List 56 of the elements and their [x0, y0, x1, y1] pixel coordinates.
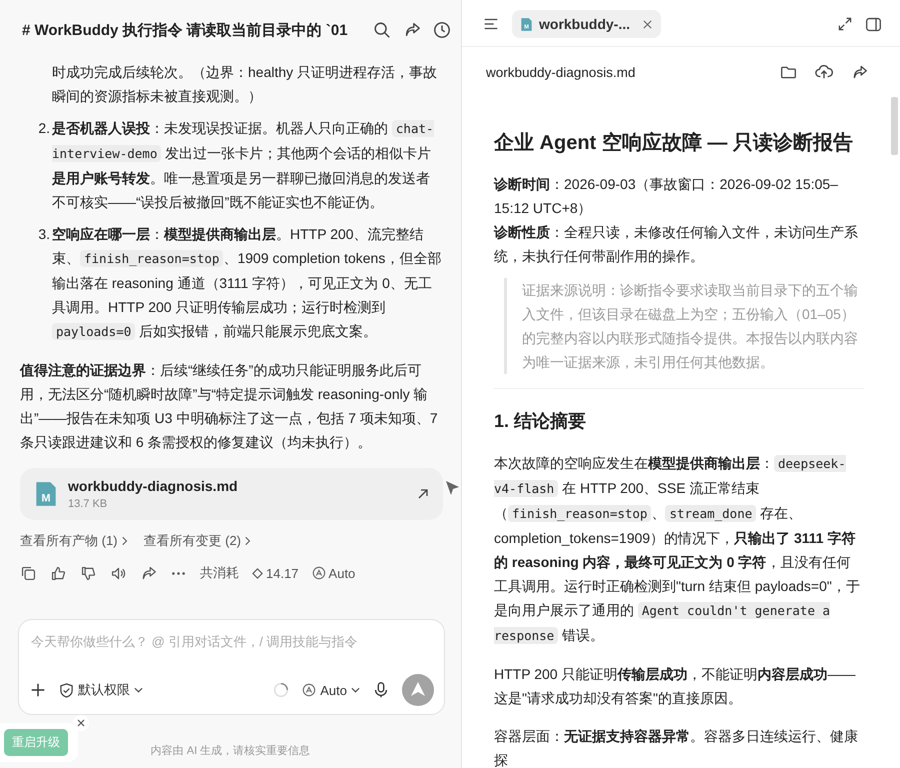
thumbs-down-icon[interactable]	[80, 564, 97, 582]
usage-cost: 14.17	[266, 566, 299, 580]
share-icon[interactable]	[851, 64, 868, 80]
list-item-text: 是否机器人误投：未发现误投证据。机器人只向正确的 chat-interview-demo 发出过一张卡片；其他两个会话的相似卡片是用户账号转发。唯一悬置项是另一群聊已撤回消息的发送者不可核实——“误投后被撤回”既不能证实也不能证伪。	[52, 119, 435, 212]
message-input[interactable]: 今天帮你做些什么？ @ 引用对话文件，/ 调用技能与指令	[29, 632, 434, 651]
auto-model-icon	[312, 566, 326, 580]
meta-line: 诊断时间：2026-09-03（事故窗口：2026-09-02 15:05–15:12 UTC+8）	[494, 175, 839, 218]
close-icon[interactable]	[642, 18, 653, 30]
loading-spinner-icon	[272, 681, 290, 699]
copy-icon[interactable]	[20, 564, 37, 582]
view-all-link[interactable]: 查看所有产物 (1)	[20, 532, 128, 550]
file-size: 13.7 KB	[68, 498, 108, 510]
body-paragraph: 本次故障的空响应发生在模型提供商输出层： deepseek-v4-flash 在 HTTP 200、SSE 流正常结束（ finish_reason=stop 、 stream_done 存在、completion_tokens=1909）的情况下，只输出了 3111 字符的 reasoning 内容，最终可见正文为 0 字符，且没有任何工具调用。运行时正确检测到"turn 结束但 payloads=0"，于是向用户展示了通用的 Agent couldn't generate a response 错误。	[494, 454, 861, 646]
close-icon[interactable]	[73, 715, 89, 731]
blockquote-text: 证据来源说明：诊断指令要求读取当前目录下的五个输入文件，但该目录在磁盘上为空；五份输入（01–05）的完整内容以内联形式随指令提供。本报告以内联内容为唯一证据来源，未引用任何其他数据。	[504, 278, 864, 374]
list-number: 3.	[37, 225, 51, 244]
model-dropdown[interactable]: Auto	[302, 682, 360, 698]
auto-model-icon	[302, 683, 316, 697]
thumbs-up-icon[interactable]	[50, 564, 67, 582]
plus-icon[interactable]	[29, 681, 47, 699]
chevron-down-icon	[134, 687, 143, 693]
mouse-cursor-icon	[444, 480, 460, 496]
list-item-text: 时成功完成后续轮次。（边界：healthy 只证明进程存活，事故瞬间的资源指标未被直接观测。）	[52, 63, 438, 106]
disclaimer-text: 内容由 AI 生成，请核实重要信息	[150, 744, 310, 758]
upload-cloud-icon[interactable]	[815, 63, 833, 81]
conversation-title: # WorkBuddy 执行指令 请读取当前目录中的 `01	[22, 20, 349, 40]
shield-check-icon	[59, 682, 74, 698]
diamond-icon	[252, 568, 263, 578]
chevron-right-icon	[122, 536, 128, 546]
model-label: Auto	[328, 566, 356, 580]
file-name: workbuddy-diagnosis.md	[68, 478, 239, 494]
section-heading: 1. 结论摘要	[494, 410, 588, 433]
summary-paragraph: 值得注意的证据边界：后续“继续任务”的成功只能证明服务此后可用，无法区分“随机瞬时故障”与“特定提示词触发 reasoning-only 输出”——报告在未知项 U3 中明确标注了这一点，包括 7 项未知项、7 条只读跟进建议和 6 条需授权的修复建议（均未执行）。	[20, 361, 439, 452]
microphone-icon[interactable]	[372, 681, 390, 699]
doc-title: 企业 Agent 空响应故障 — 只读诊断报告	[494, 130, 854, 156]
sidebar-toggle-icon[interactable]	[865, 16, 882, 32]
expand-icon[interactable]	[837, 16, 853, 32]
body-paragraph: 容器层面：无证据支持容器异常。容器多日连续运行、健康探	[494, 727, 859, 768]
list-item-text: 空响应在哪一层：模型提供商输出层。HTTP 200、流完整结束、 finish_reason=stop 、1909 completion tokens，但全部输出落在 reasoning 通道（3111 字符），可见正文为 0、无工具调用。HTTP 200 只证明传输层成功；运行时检测到 payloads=0 后如实报错，前端只能展示兜底文案。	[52, 225, 442, 342]
meta-line: 诊断性质：全程只读，未修改任何输入文件，未访问生产系统，未执行任何带副作用的操作。	[494, 223, 859, 266]
view-all-link[interactable]: 查看所有变更 (2)	[144, 532, 251, 550]
search-icon[interactable]	[373, 21, 391, 39]
markdown-file-icon: M	[34, 480, 58, 508]
file-attachment-card[interactable]: M workbuddy-diagnosis.md 13.7 KB	[20, 468, 443, 520]
scrollbar[interactable]	[891, 97, 898, 155]
arrow-icon[interactable]	[417, 488, 429, 500]
permission-dropdown[interactable]: 默认权限	[59, 681, 143, 699]
share-icon[interactable]	[403, 21, 421, 39]
chevron-right-icon	[245, 536, 251, 546]
history-icon[interactable]	[433, 21, 451, 39]
usage-label: 共消耗	[200, 564, 239, 582]
share-icon[interactable]	[140, 564, 157, 582]
list-number: 2.	[37, 119, 51, 138]
body-paragraph: HTTP 200 只能证明传输层成功，不能证明内容层成功——这是"请求成功却没有答案"的直接原因。	[494, 665, 856, 708]
chevron-down-icon	[351, 687, 360, 693]
file-name: workbuddy-diagnosis.md	[486, 64, 636, 80]
